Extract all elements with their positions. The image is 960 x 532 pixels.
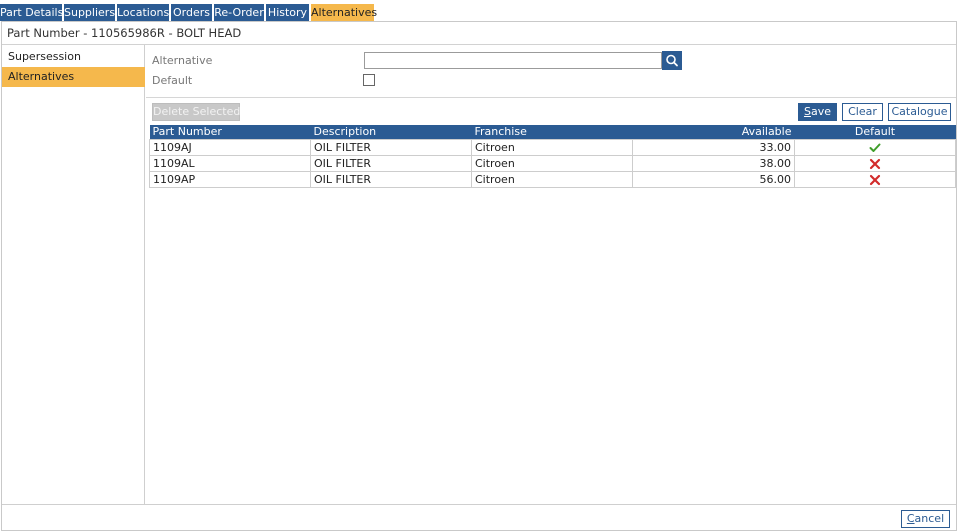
footer-bar: Cancel	[2, 504, 956, 530]
alternatives-table: Part Number Description Franchise Availa…	[149, 125, 956, 188]
default-label: Default	[152, 74, 193, 87]
alternative-input[interactable]	[364, 52, 662, 69]
search-button[interactable]	[662, 51, 682, 70]
column-header-available[interactable]: Available	[632, 125, 795, 139]
sidebar-item-supersession[interactable]: Supersession	[2, 47, 145, 67]
tab-orders[interactable]: Orders	[171, 4, 213, 21]
cancel-button[interactable]: Cancel	[901, 510, 950, 528]
alternatives-content: Alternative Default Delete Selected Save…	[146, 45, 956, 504]
table-row[interactable]: 1109AP OIL FILTER Citroen 56.00	[149, 170, 956, 188]
sidebar-item-alternatives[interactable]: Alternatives	[2, 67, 145, 87]
cell-franchise: Citroen	[471, 138, 633, 156]
column-header-part-number[interactable]: Part Number	[149, 125, 311, 139]
default-checkbox[interactable]	[363, 74, 375, 86]
tab-suppliers[interactable]: Suppliers	[64, 4, 116, 21]
tab-re-order[interactable]: Re-Order	[214, 4, 265, 21]
cross-icon	[869, 158, 881, 169]
cell-available: 56.00	[632, 170, 795, 188]
cell-available: 33.00	[632, 138, 795, 156]
page-title: Part Number - 110565986R - BOLT HEAD	[2, 22, 956, 45]
divider	[146, 97, 956, 98]
check-icon	[869, 143, 881, 152]
cell-available: 38.00	[632, 154, 795, 172]
cell-description: OIL FILTER	[310, 170, 472, 188]
sidebar: Supersession Alternatives	[2, 45, 145, 504]
delete-selected-button[interactable]: Delete Selected	[152, 103, 240, 121]
cell-part-number: 1109AJ	[149, 138, 311, 156]
cell-franchise: Citroen	[471, 170, 633, 188]
tab-alternatives[interactable]: Alternatives	[311, 4, 377, 21]
cell-part-number: 1109AL	[149, 154, 311, 172]
cell-default	[794, 154, 956, 172]
cell-franchise: Citroen	[471, 154, 633, 172]
cross-icon	[869, 174, 881, 185]
cell-default	[794, 138, 956, 156]
table-row[interactable]: 1109AJ OIL FILTER Citroen 33.00	[149, 138, 956, 156]
tab-locations[interactable]: Locations	[117, 4, 170, 21]
clear-button[interactable]: Clear	[842, 103, 883, 121]
column-header-description[interactable]: Description	[310, 125, 472, 139]
cell-description: OIL FILTER	[310, 154, 472, 172]
main-panel: Part Number - 110565986R - BOLT HEAD Sup…	[1, 21, 957, 531]
cell-description: OIL FILTER	[310, 138, 472, 156]
column-header-default[interactable]: Default	[794, 125, 956, 139]
table-header-row: Part Number Description Franchise Availa…	[149, 125, 956, 139]
cell-default	[794, 170, 956, 188]
alternative-label: Alternative	[152, 54, 213, 67]
tab-history[interactable]: History	[266, 4, 310, 21]
catalogue-button[interactable]: Catalogue	[888, 103, 951, 121]
cell-part-number: 1109AP	[149, 170, 311, 188]
tab-bar: Part Details Suppliers Locations Orders …	[0, 0, 960, 21]
table-row[interactable]: 1109AL OIL FILTER Citroen 38.00	[149, 154, 956, 172]
save-button[interactable]: Save	[798, 103, 837, 121]
column-header-franchise[interactable]: Franchise	[471, 125, 633, 139]
tab-part-details[interactable]: Part Details	[0, 4, 63, 21]
search-icon	[666, 54, 678, 67]
